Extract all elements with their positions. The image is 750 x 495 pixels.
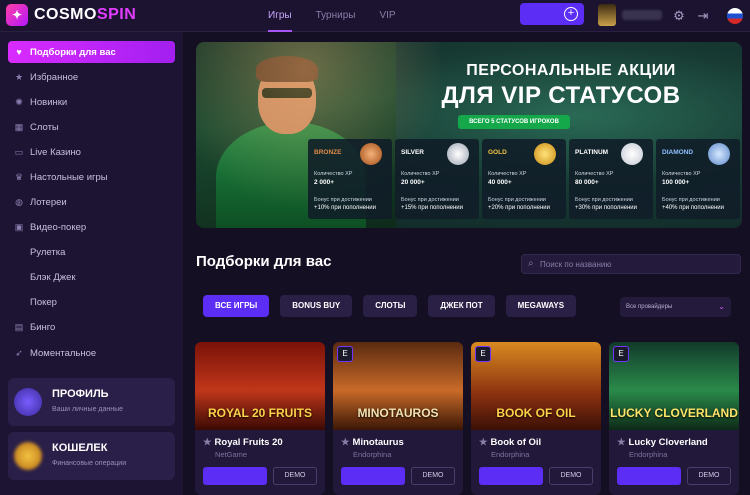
tier-card: PLATINUM Количество XP 80 000+ Бонус при… [569, 139, 653, 219]
sidebar-item-favorites[interactable]: ★ Избранное [8, 66, 175, 88]
vip-promo-banner[interactable]: ПЕРСОНАЛЬНЫЕ АКЦИИ ДЛЯ VIP СТАТУСОВ ВСЕГ… [196, 42, 742, 228]
logo[interactable]: ✦ COSMOSPIN [6, 3, 136, 27]
main-nav: Игры Турниры VIP [268, 0, 396, 32]
bingo-icon: ▤ [14, 322, 24, 332]
banner-title-line2: ДЛЯ VIP СТАТУСОВ [441, 82, 681, 109]
games-grid: ROYAL 20 FRUITS ★ Royal Fruits 20 NetGame… [195, 342, 739, 495]
crown-icon: ♛ [14, 172, 24, 182]
logo-icon: ✦ [6, 4, 28, 26]
plus-circle-icon: + [564, 7, 578, 21]
provider-select[interactable]: Все провайдеры ⌄ [620, 297, 731, 317]
sidebar-item-slots[interactable]: ▦ Слоты [8, 116, 175, 138]
game-thumbnail[interactable]: E LUCKY CLOVERLAND [609, 342, 739, 430]
demo-button[interactable]: DEMO [549, 467, 593, 485]
filter-slots[interactable]: СЛОТЫ [363, 295, 418, 317]
play-button[interactable] [617, 467, 681, 485]
vip-tiers: BRONZE Количество XP 2 000+ Бонус при до… [308, 139, 740, 219]
favorite-star-icon[interactable]: ★ [617, 437, 626, 448]
chevron-down-icon: ⌄ [718, 302, 725, 311]
live-icon: ▭ [14, 147, 24, 157]
sidebar: ♥ Подборки для вас ★ Избранное ✺ Новинки ▦ С… [0, 32, 183, 495]
lottery-icon: ◍ [15, 197, 23, 207]
profile-card[interactable]: ПРОФИЛЬ Ваши личные данные [8, 378, 175, 426]
endorphina-logo-icon: E [475, 346, 491, 362]
diamond-badge-icon [708, 143, 730, 165]
sidebar-item-roulette[interactable]: Рулетка [8, 241, 175, 263]
play-button[interactable] [341, 467, 405, 485]
sidebar-item-lottery[interactable]: ◍ Лотереи [8, 191, 175, 213]
section-title: Подборки для вас [196, 253, 332, 270]
heart-icon: ♥ [16, 47, 22, 57]
sidebar-item-bingo[interactable]: ▤ Бинго [8, 316, 175, 338]
banner-tag: ВСЕГО 5 СТАТУСОВ ИГРОКОВ [458, 115, 570, 129]
game-thumbnail[interactable]: E BOOK OF OIL [471, 342, 601, 430]
sidebar-item-instant[interactable]: ➶ Моментальное [8, 342, 175, 364]
sidebar-item-poker[interactable]: Покер [8, 291, 175, 313]
sidebar-item-blackjack[interactable]: Блэк Джек [8, 266, 175, 288]
tier-card: SILVER Количество XP 20 000+ Бонус при д… [395, 139, 479, 219]
game-card[interactable]: E LUCKY CLOVERLAND ★ Lucky Cloverland End… [609, 342, 739, 495]
category-filters: ВСЕ ИГРЫ BONUS BUY СЛОТЫ ДЖЕК ПОТ MEGAWA… [203, 295, 577, 317]
avatar [598, 4, 616, 26]
play-button[interactable] [479, 467, 543, 485]
poker-icon [14, 297, 24, 307]
gear-icon[interactable]: ⚙ [670, 7, 688, 25]
game-thumbnail[interactable]: ROYAL 20 FRUITS [195, 342, 325, 430]
banner-title-line1: ПЕРСОНАЛЬНЫЕ АКЦИИ [466, 62, 676, 79]
bronze-badge-icon [360, 143, 382, 165]
filter-megaways[interactable]: MEGAWAYS [505, 295, 577, 317]
favorite-star-icon[interactable]: ★ [203, 437, 212, 448]
game-card[interactable]: E BOOK OF OIL ★ Book of Oil Endorphina DE… [471, 342, 601, 495]
logout-icon[interactable]: ⇥ [694, 7, 712, 25]
favorite-star-icon[interactable]: ★ [341, 437, 350, 448]
flag-ru-icon[interactable] [727, 8, 743, 24]
tier-card: GOLD Количество XP 40 000+ Бонус при дос… [482, 139, 566, 219]
sidebar-item-new[interactable]: ✺ Новинки [8, 91, 175, 113]
search-placeholder: Поиск по названию [540, 260, 612, 269]
deposit-button[interactable]: + [520, 3, 584, 25]
tier-card: BRONZE Количество XP 2 000+ Бонус при до… [308, 139, 392, 219]
star-icon: ★ [14, 72, 24, 82]
sidebar-item-videopoker[interactable]: ▣ Видео-покер [8, 216, 175, 238]
username-blurred [622, 10, 662, 20]
filter-jackpot[interactable]: ДЖЕК ПОТ [428, 295, 495, 317]
sidebar-item-table[interactable]: ♛ Настольные игры [8, 166, 175, 188]
top-header: ✦ COSMOSPIN Игры Турниры VIP + ⚙ ⇥ [0, 0, 750, 32]
silver-badge-icon [447, 143, 469, 165]
game-thumbnail[interactable]: E MINOTAUROS [333, 342, 463, 430]
filter-bonus-buy[interactable]: BONUS BUY [280, 295, 353, 317]
demo-button[interactable]: DEMO [687, 467, 731, 485]
new-icon: ✺ [15, 97, 23, 107]
slots-icon: ▦ [14, 122, 24, 132]
game-card[interactable]: ROYAL 20 FRUITS ★ Royal Fruits 20 NetGame… [195, 342, 325, 495]
nav-tournaments[interactable]: Турниры [316, 0, 356, 32]
favorite-star-icon[interactable]: ★ [479, 437, 488, 448]
sidebar-item-live[interactable]: ▭ Live Казино [8, 141, 175, 163]
endorphina-logo-icon: E [613, 346, 629, 362]
platinum-badge-icon [621, 143, 643, 165]
wallet-icon [14, 442, 42, 470]
search-icon: ⌕ [528, 258, 534, 269]
user-menu[interactable] [598, 4, 662, 26]
videopoker-icon: ▣ [14, 222, 24, 232]
nav-vip[interactable]: VIP [379, 0, 395, 32]
sidebar-item-picks[interactable]: ♥ Подборки для вас [8, 41, 175, 63]
demo-button[interactable]: DEMO [411, 467, 455, 485]
demo-button[interactable]: DEMO [273, 467, 317, 485]
logo-text: COSMOSPIN [34, 6, 137, 23]
game-card[interactable]: E MINOTAUROS ★ Minotaurus Endorphina DEMO [333, 342, 463, 495]
roulette-icon [14, 247, 24, 257]
endorphina-logo-icon: E [337, 346, 353, 362]
wallet-card[interactable]: КОШЕЛЕК Финансовые операции [8, 432, 175, 480]
filter-all-games[interactable]: ВСЕ ИГРЫ [203, 295, 270, 317]
play-button[interactable] [203, 467, 267, 485]
rocket-icon: ➶ [15, 348, 23, 358]
blackjack-icon [14, 272, 24, 282]
search-input[interactable]: ⌕ Поиск по названию [521, 254, 741, 274]
gold-badge-icon [534, 143, 556, 165]
profile-icon [14, 388, 42, 416]
tier-card: DIAMOND Количество XP 100 000+ Бонус при… [656, 139, 740, 219]
nav-games[interactable]: Игры [268, 0, 292, 32]
